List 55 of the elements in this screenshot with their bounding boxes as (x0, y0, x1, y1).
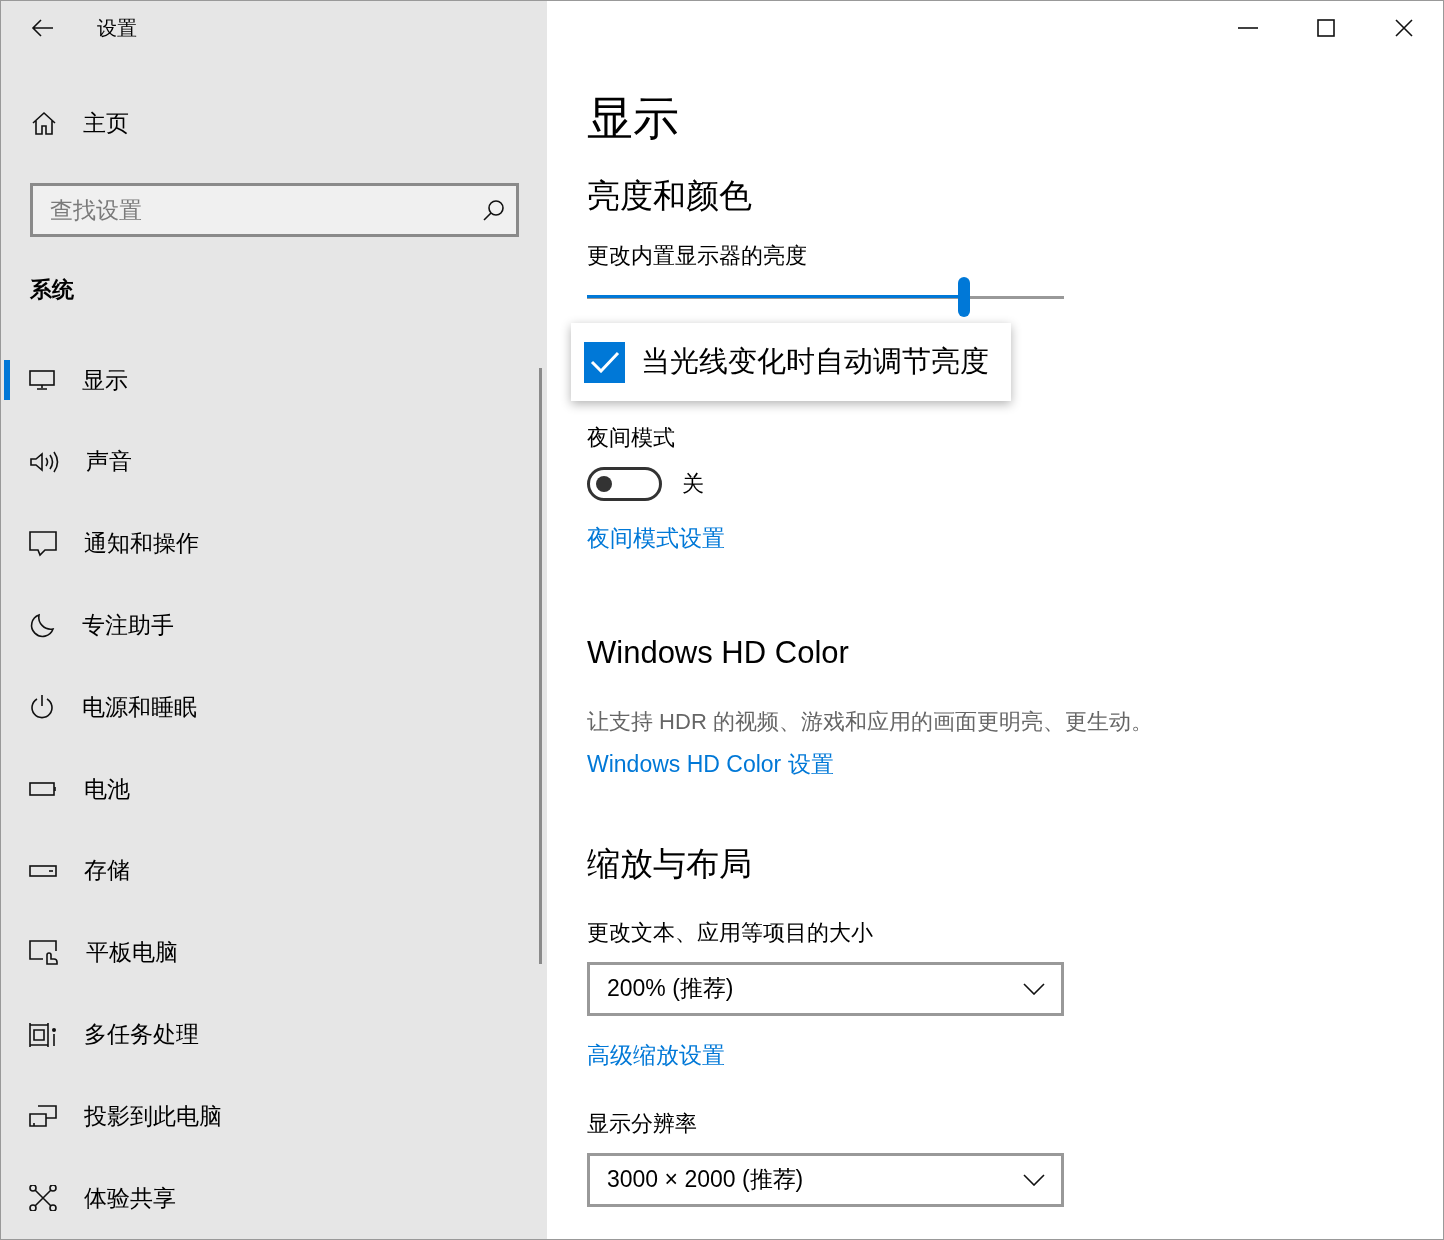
back-arrow-icon[interactable] (31, 18, 55, 39)
battery-icon (29, 782, 57, 797)
checkbox-label: 当光线变化时自动调节亮度 (641, 344, 989, 380)
storage-drive-icon (29, 864, 57, 877)
minimize-icon (1238, 27, 1258, 29)
search-icon[interactable] (483, 199, 505, 222)
dropdown-label: 显示分辨率 (587, 1110, 697, 1136)
home-icon[interactable] (31, 111, 57, 136)
page-title: 显示 (587, 92, 679, 144)
sidebar-item[interactable]: 体验共享 (84, 1182, 176, 1214)
checkbox[interactable] (584, 341, 625, 383)
toggle-label: 夜间模式 (587, 425, 675, 451)
projector-screen-icon (29, 1105, 57, 1128)
settings-link[interactable]: Windows HD Color 设置 (587, 749, 1403, 781)
section-heading: 系统 (30, 277, 74, 303)
sidebar-item[interactable]: 显示 (82, 364, 128, 396)
section-heading: 缩放与布局 (587, 845, 752, 883)
settings-link[interactable]: 高级缩放设置 (587, 1039, 1403, 1071)
scrollbar[interactable] (539, 368, 542, 964)
close-icon (1395, 19, 1413, 37)
sidebar-item[interactable]: 存储 (84, 855, 130, 887)
description-text: 让支持 HDR 的视频、游戏和应用的画面更明亮、更生动。 (587, 709, 1153, 735)
window-title: 设置 (97, 15, 137, 41)
dropdown[interactable]: 3000 × 2000 (推荐) (587, 1152, 1064, 1207)
slider-thumb[interactable] (957, 277, 970, 318)
sidebar-item[interactable]: 平板电脑 (86, 937, 178, 969)
sidebar-item[interactable]: 电池 (84, 773, 130, 805)
toggle-switch[interactable] (587, 467, 662, 502)
slider-label: 更改内置显示器的亮度 (587, 243, 807, 269)
search-field[interactable]: 查找设置 (30, 183, 519, 238)
sidebar-item[interactable]: 投影到此电脑 (84, 1100, 222, 1132)
section-heading: 亮度和颜色 (587, 176, 752, 214)
share-nodes-icon (29, 1185, 57, 1212)
settings-link[interactable]: 夜间模式设置 (587, 523, 1403, 555)
speaker-icon (29, 450, 59, 473)
multitasking-icon (29, 1021, 57, 1048)
chevron-down-icon (1023, 982, 1045, 995)
tablet-icon (29, 939, 59, 966)
sidebar-item[interactable]: 通知和操作 (84, 528, 199, 560)
chevron-down-icon (1023, 1173, 1045, 1186)
power-icon (29, 694, 55, 721)
speech-bubble-icon (29, 530, 57, 557)
sidebar-item[interactable]: 声音 (86, 446, 132, 478)
moon-icon (29, 612, 55, 639)
sidebar-item[interactable]: 电源和睡眠 (82, 691, 197, 723)
check-icon (589, 351, 620, 374)
section-heading: Windows HD Color (587, 635, 849, 671)
dropdown[interactable]: 200% (推荐) (587, 961, 1064, 1016)
sidebar-item[interactable]: 专注助手 (82, 610, 174, 641)
home-link[interactable]: 主页 (83, 107, 129, 139)
dropdown-label: 更改文本、应用等项目的大小 (587, 919, 873, 945)
monitor-icon (29, 370, 55, 391)
toggle-state: 关 (682, 470, 704, 499)
maximize-icon (1317, 19, 1335, 37)
sidebar-item[interactable]: 多任务处理 (84, 1019, 199, 1050)
